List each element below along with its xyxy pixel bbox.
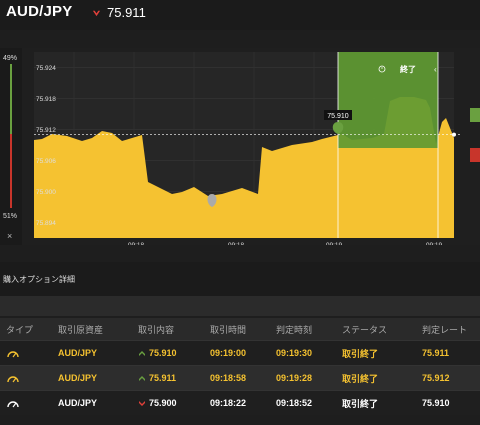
row-judge-time: 09:18:52 [270,390,336,415]
col-content: 取引内容 [132,318,204,341]
up-arrow-icon [139,376,145,382]
row-time: 09:19:00 [204,340,270,366]
asset-symbol[interactable]: AUD/JPY [6,3,72,20]
up-arrow-icon [139,351,145,357]
section-title: 購入オプション詳細 [3,275,75,284]
row-status: 取引終了 [336,390,416,415]
expiry-label: 終了 [400,64,416,74]
close-icon[interactable]: × [7,231,12,241]
section-divider [0,296,480,316]
down-ratio-bar [10,134,12,208]
down-arrow-icon [139,401,145,407]
y-tick-label: 75.900 [36,189,56,196]
x-tick-label: 09:18 [128,242,145,245]
x-tick-label: 09:19 [426,242,443,245]
col-judge-time: 判定時刻 [270,318,336,341]
x-tick-label: 09:19 [326,242,343,245]
row-asset: AUD/JPY [52,340,132,366]
gauge-icon [7,401,19,408]
table-row[interactable]: AUD/JPY 75.910 09:19:00 09:19:30 取引終了 75… [0,340,480,366]
y-tick-label: 75.894 [36,220,56,227]
table-header-row: タイプ 取引原資産 取引内容 取引時間 判定時刻 ステータス 判定レート [0,318,480,341]
col-type: タイプ [0,318,52,341]
row-content: 75.910 [149,348,177,358]
row-status: 取引終了 [336,340,416,366]
row-rate: 75.912 [416,365,480,391]
row-status: 取引終了 [336,365,416,391]
current-price-dot [452,132,456,137]
row-rate: 75.910 [416,390,480,415]
up-ratio-label: 49% [3,55,18,62]
y-tick-label: 75.912 [36,127,56,134]
table-row[interactable]: AUD/JPY 75.900 09:18:22 09:18:52 取引終了 75… [0,390,480,415]
row-time: 09:18:22 [204,390,270,415]
col-status: ステータス [336,318,416,341]
up-order-tab [470,108,480,122]
down-arrow-icon [92,10,101,17]
gauge-icon [7,376,19,383]
col-time: 取引時間 [204,318,270,341]
y-tick-label: 75.924 [36,65,56,72]
row-content: 75.911 [149,373,177,383]
row-content: 75.900 [149,398,177,408]
down-ratio-label: 51% [3,213,18,220]
x-tick-label: 09:18 [228,242,245,245]
row-asset: AUD/JPY [52,365,132,391]
purchased-options-table: タイプ 取引原資産 取引内容 取引時間 判定時刻 ステータス 判定レート AUD… [0,318,480,415]
price-chart: 終了 ‹ 75.910 75.924 75.918 75.912 75.906 75.9… [22,48,480,245]
current-price: 75.911 [107,5,146,20]
table-row[interactable]: AUD/JPY 75.911 09:18:58 09:19:28 取引終了 75… [0,365,480,391]
col-asset: 取引原資産 [52,318,132,341]
header-bar: AUD/JPY 75.911 [0,0,480,30]
chevron-left-icon: ‹ [434,65,437,74]
down-order-tab [470,148,480,162]
col-judge-rate: 判定レート [416,318,480,341]
row-judge-time: 09:19:30 [270,340,336,366]
row-rate: 75.911 [416,340,480,366]
row-asset: AUD/JPY [52,390,132,415]
row-judge-time: 09:19:28 [270,365,336,391]
entry-price-label: 75.910 [327,113,349,120]
row-time: 09:18:58 [204,365,270,391]
y-tick-label: 75.906 [36,158,56,165]
section-header: 購入オプション詳細 [0,262,480,296]
up-ratio-bar [10,64,12,134]
gauge-icon [7,351,19,358]
expiry-zone [338,52,438,148]
y-tick-label: 75.918 [36,96,56,103]
